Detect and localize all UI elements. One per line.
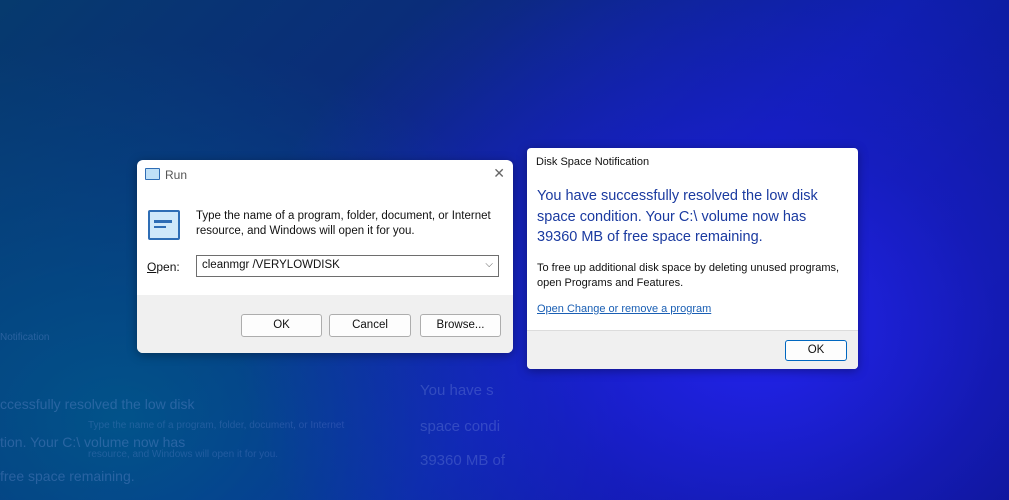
ok-button[interactable]: OK — [241, 314, 322, 337]
chevron-down-icon[interactable]: ⌵ — [485, 259, 493, 270]
background-ghost-text: tion. Your C:\ volume now has — [0, 434, 186, 450]
run-title: Run — [165, 168, 188, 182]
background-ghost-text: space condi — [420, 418, 501, 435]
browse-button[interactable]: Browse... — [420, 314, 501, 337]
disk-dialog-title: Disk Space Notification — [536, 156, 650, 168]
open-input[interactable]: cleanmgr /VERYLOWDISK ⌵ — [196, 255, 499, 277]
open-label: Open: — [147, 260, 180, 274]
close-icon[interactable]: ✕ — [493, 166, 505, 180]
disk-status-heading: You have successfully resolved the low d… — [537, 188, 818, 245]
run-dialog: Run ✕ Type the name of a program, folder… — [137, 160, 513, 353]
open-input-value: cleanmgr /VERYLOWDISK — [202, 259, 340, 271]
background-ghost-text: ccessfully resolved the low disk — [0, 396, 195, 412]
disk-instructions: To free up additional disk space by dele… — [537, 262, 840, 289]
cancel-button[interactable]: Cancel — [329, 314, 411, 337]
run-title-bar[interactable]: Run ✕ — [137, 160, 513, 188]
run-app-icon — [145, 168, 160, 180]
background-ghost-text: resource, and Windows will open it for y… — [88, 449, 279, 460]
background-ghost-text: Type the name of a program, folder, docu… — [88, 420, 345, 431]
disk-ok-button[interactable]: OK — [785, 340, 847, 361]
background-ghost-text: free space remaining. — [0, 468, 135, 484]
background-ghost-text: You have s — [420, 382, 494, 399]
background-ghost-text: Notification — [0, 332, 50, 343]
run-description: Type the name of a program, folder, docu… — [196, 210, 491, 237]
background-ghost-text: 39360 MB of — [420, 452, 506, 469]
run-program-icon — [148, 210, 180, 240]
change-remove-program-link[interactable]: Open Change or remove a program — [537, 303, 711, 315]
disk-space-dialog: Disk Space Notification You have success… — [527, 148, 858, 369]
